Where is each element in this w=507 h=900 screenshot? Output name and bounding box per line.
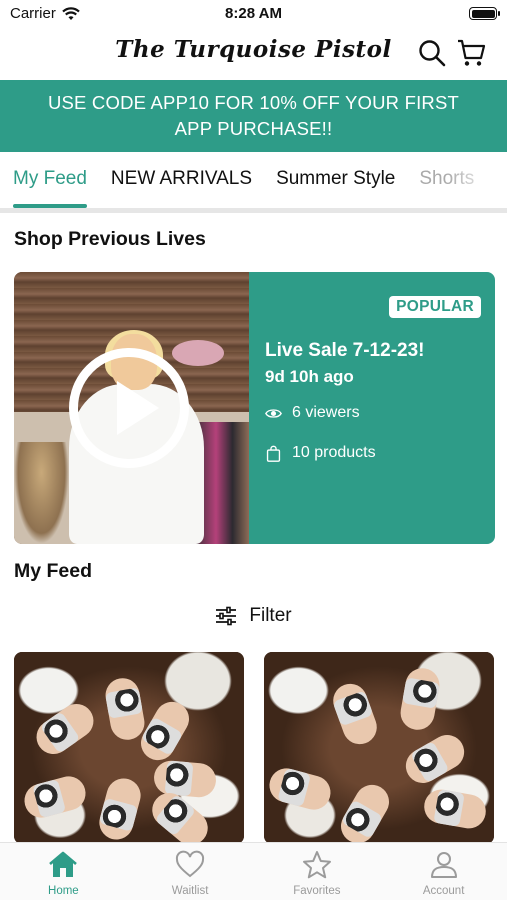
sliders-icon bbox=[216, 606, 237, 626]
live-sale-card[interactable]: POPULAR Live Sale 7-12-23! 9d 10h ago 6 … bbox=[14, 272, 495, 544]
product-card[interactable] bbox=[264, 652, 494, 844]
previous-lives-heading: Shop Previous Lives bbox=[14, 228, 206, 250]
battery-icon bbox=[469, 7, 500, 20]
nav-account[interactable]: Account bbox=[380, 843, 507, 900]
viewers-count: 6 viewers bbox=[292, 404, 360, 421]
tab-shorts[interactable]: Shorts bbox=[407, 152, 486, 208]
heart-icon bbox=[176, 850, 205, 878]
promo-banner[interactable]: USE CODE APP10 FOR 10% OFF YOUR FIRST AP… bbox=[0, 80, 507, 152]
cart-icon bbox=[458, 39, 486, 66]
search-button[interactable] bbox=[417, 38, 447, 68]
star-icon bbox=[302, 851, 331, 879]
products-count: 10 products bbox=[292, 444, 376, 461]
live-video-thumbnail[interactable] bbox=[14, 272, 249, 544]
filter-button[interactable]: Filter bbox=[0, 605, 507, 627]
cart-button[interactable] bbox=[456, 38, 486, 68]
nav-home-label: Home bbox=[48, 885, 79, 897]
status-bar: Carrier 8:28 AM bbox=[0, 0, 507, 30]
live-info-panel: POPULAR Live Sale 7-12-23! 9d 10h ago 6 … bbox=[249, 272, 495, 544]
products-row: 10 products bbox=[265, 444, 376, 462]
nav-account-label: Account bbox=[422, 885, 465, 897]
home-icon bbox=[49, 851, 78, 877]
tab-my-feed[interactable]: My Feed bbox=[0, 152, 99, 208]
shopping-bag-icon bbox=[266, 445, 281, 462]
tab-summer-style[interactable]: Summer Style bbox=[264, 152, 407, 208]
eye-icon bbox=[265, 408, 282, 418]
search-icon bbox=[419, 40, 446, 67]
tabs-divider bbox=[0, 208, 507, 213]
live-time-ago: 9d 10h ago bbox=[265, 367, 354, 386]
nav-home[interactable]: Home bbox=[0, 843, 127, 900]
play-icon[interactable] bbox=[69, 348, 189, 468]
category-tabs: My Feed NEW ARRIVALS Summer Style Shorts bbox=[0, 152, 507, 208]
app-header: The Turquoise Pistol bbox=[0, 30, 507, 80]
nav-waitlist[interactable]: Waitlist bbox=[127, 843, 254, 900]
tab-new-arrivals[interactable]: NEW ARRIVALS bbox=[99, 152, 264, 208]
viewers-row: 6 viewers bbox=[265, 404, 360, 422]
nav-favorites-label: Favorites bbox=[293, 885, 341, 897]
popular-badge: POPULAR bbox=[389, 296, 481, 318]
live-title: Live Sale 7-12-23! bbox=[265, 340, 425, 361]
bottom-tab-bar: Home Waitlist Favorites Account bbox=[0, 842, 507, 900]
my-feed-heading: My Feed bbox=[14, 560, 93, 582]
product-card[interactable] bbox=[14, 652, 244, 844]
nav-waitlist-label: Waitlist bbox=[171, 885, 209, 897]
promo-text: USE CODE APP10 FOR 10% OFF YOUR FIRST AP… bbox=[47, 92, 460, 139]
nav-favorites[interactable]: Favorites bbox=[254, 843, 381, 900]
person-icon bbox=[430, 852, 457, 878]
filter-label: Filter bbox=[249, 605, 292, 626]
status-time: 8:28 AM bbox=[225, 5, 282, 22]
